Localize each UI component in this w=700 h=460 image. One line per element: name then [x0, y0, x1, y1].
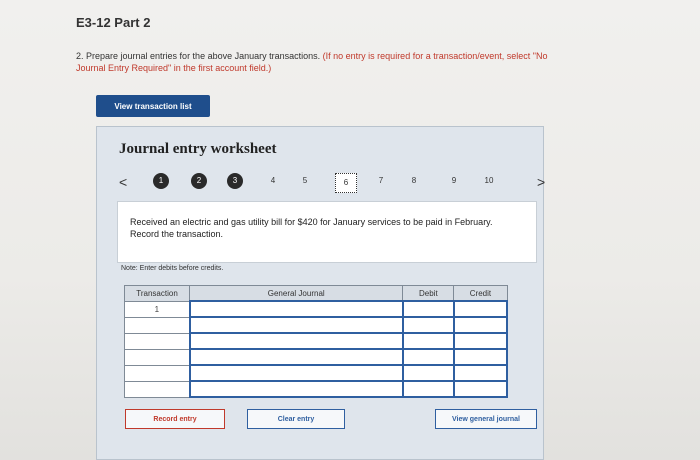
table-row [123, 316, 509, 334]
transaction-cell [123, 332, 191, 350]
credit-field[interactable] [452, 300, 509, 318]
step-4[interactable]: 4 [265, 173, 281, 189]
step-7[interactable]: 7 [373, 173, 389, 189]
debit-field[interactable] [401, 300, 455, 318]
debits-note: Note: Enter debits before credits. [121, 265, 224, 272]
journal-entry-table: Transaction General Journal Debit Credit… [123, 285, 509, 398]
chevron-left-icon[interactable]: < [119, 174, 127, 190]
transaction-description: Received an electric and gas utility bil… [130, 217, 493, 239]
table-header-row: Transaction General Journal Debit Credit [123, 285, 508, 302]
page-background: E3-12 Part 2 2. Prepare journal entries … [0, 0, 700, 460]
credit-field[interactable] [452, 332, 509, 350]
step-3[interactable]: 3 [227, 173, 243, 189]
account-field[interactable] [188, 332, 404, 350]
step-2[interactable]: 2 [191, 173, 207, 189]
step-10[interactable]: 10 [481, 173, 497, 189]
credit-field[interactable] [452, 316, 509, 334]
credit-field[interactable] [452, 364, 509, 382]
view-general-journal-button[interactable]: View general journal [435, 409, 537, 429]
instruction-text: 2. Prepare journal entries for the above… [76, 51, 321, 61]
debit-field[interactable] [401, 364, 455, 382]
transaction-cell [123, 348, 191, 366]
header-debit: Debit [402, 285, 455, 302]
record-entry-button[interactable]: Record entry [125, 409, 225, 429]
debit-field[interactable] [401, 348, 455, 366]
instructions: 2. Prepare journal entries for the above… [76, 50, 556, 74]
header-credit: Credit [453, 285, 508, 302]
transaction-cell [123, 316, 191, 334]
page-title: E3-12 Part 2 [76, 15, 151, 30]
header-transaction: Transaction [123, 285, 191, 302]
table-row [123, 364, 509, 382]
account-field[interactable] [188, 348, 404, 366]
step-8[interactable]: 8 [406, 173, 422, 189]
transaction-cell [123, 364, 191, 382]
worksheet-title: Journal entry worksheet [119, 141, 277, 157]
step-1[interactable]: 1 [153, 173, 169, 189]
account-field[interactable] [188, 316, 404, 334]
transaction-description-box: Received an electric and gas utility bil… [117, 201, 537, 263]
account-field[interactable] [188, 380, 404, 398]
account-field[interactable] [188, 300, 404, 318]
debit-field[interactable] [401, 380, 455, 398]
table-row [123, 332, 509, 350]
credit-field[interactable] [452, 380, 509, 398]
chevron-right-icon[interactable]: > [537, 174, 545, 190]
table-row: 1 [123, 300, 509, 318]
step-5[interactable]: 5 [297, 173, 313, 189]
header-general-journal: General Journal [189, 285, 404, 302]
debit-field[interactable] [401, 316, 455, 334]
table-row [123, 348, 509, 366]
step-9[interactable]: 9 [446, 173, 462, 189]
step-6-current[interactable]: 6 [335, 173, 357, 193]
journal-entry-worksheet: Journal entry worksheet < 1 2 3 4 5 6 7 … [96, 126, 545, 460]
account-field[interactable] [188, 364, 404, 382]
transaction-cell [123, 380, 191, 398]
clear-entry-button[interactable]: Clear entry [247, 409, 345, 429]
transaction-cell: 1 [123, 300, 191, 318]
debit-field[interactable] [401, 332, 455, 350]
table-row [123, 380, 509, 398]
credit-field[interactable] [452, 348, 509, 366]
view-transaction-list-button[interactable]: View transaction list [96, 95, 210, 117]
